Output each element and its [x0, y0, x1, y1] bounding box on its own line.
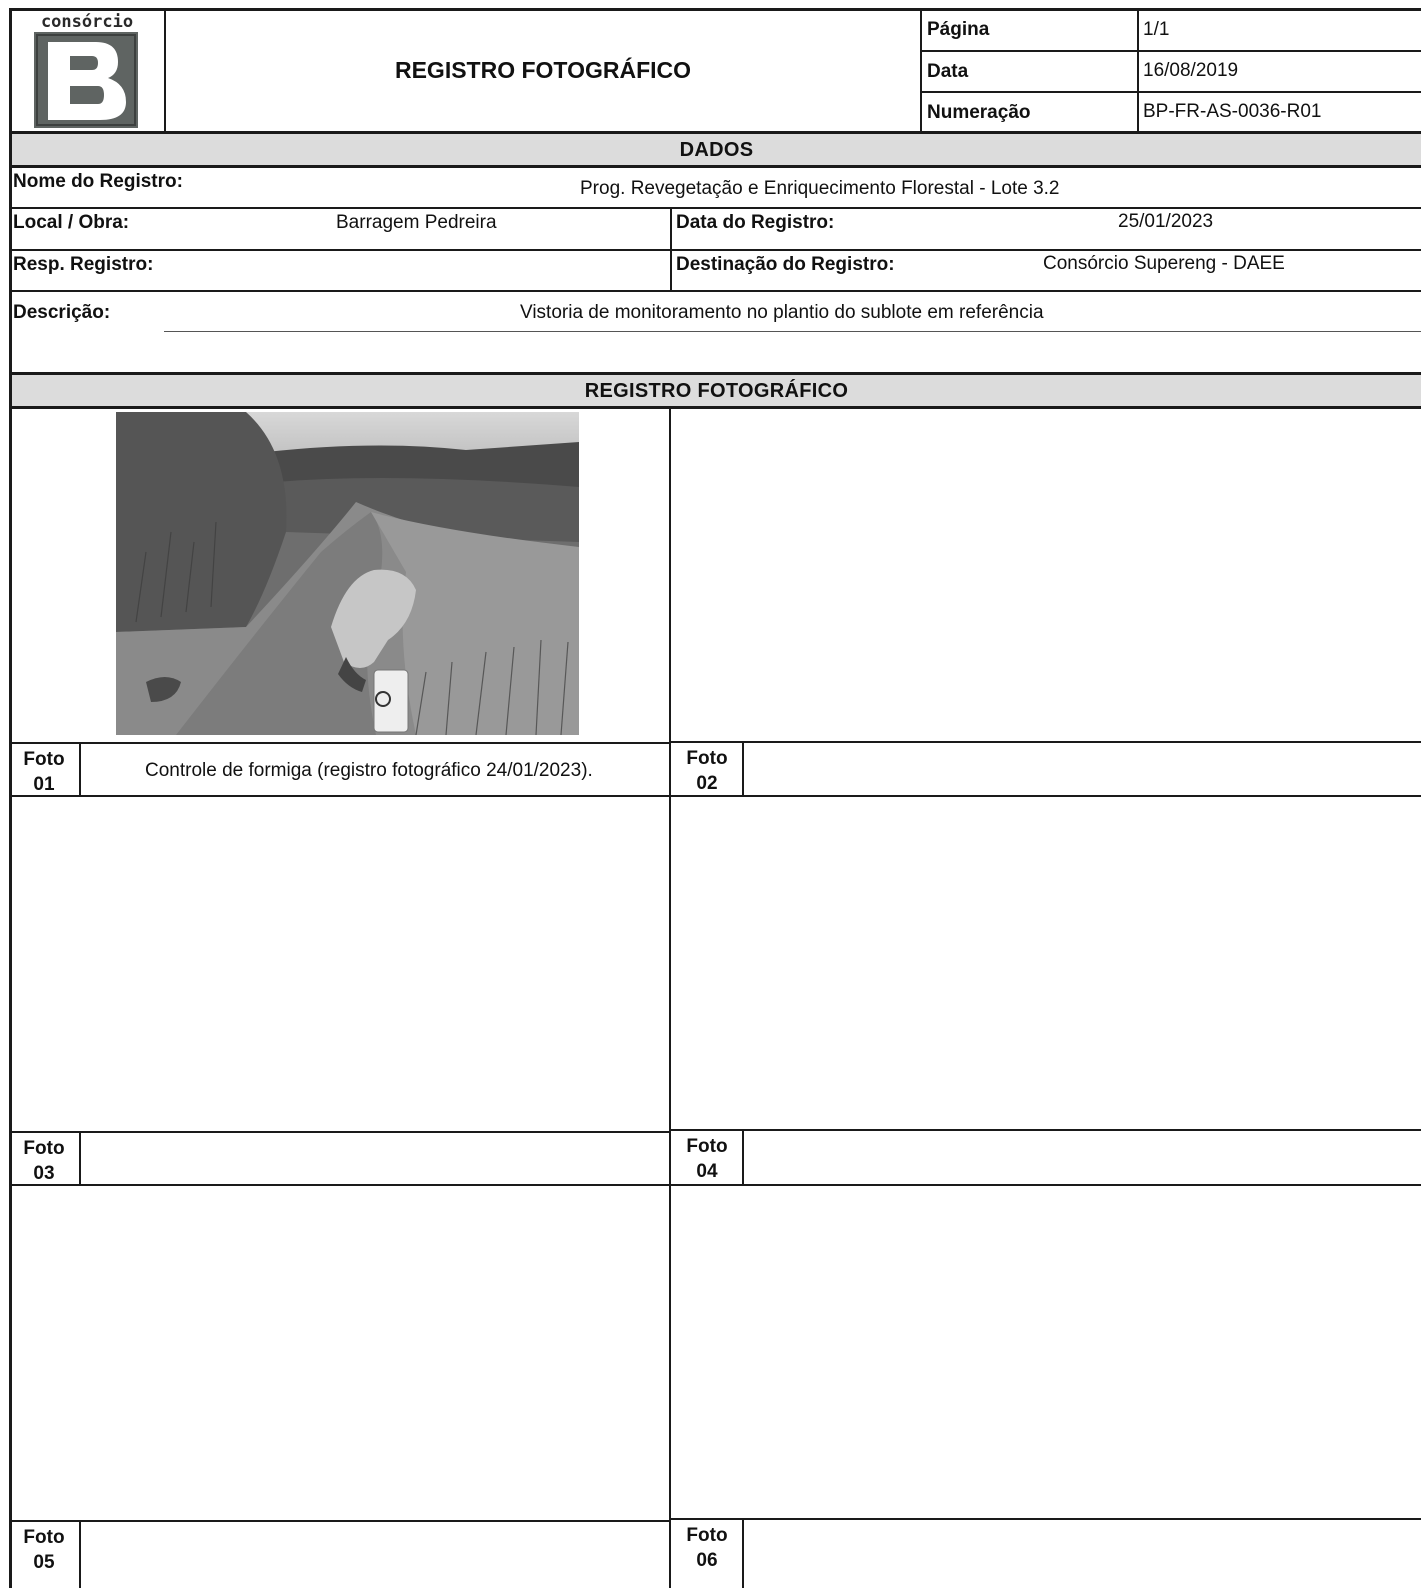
foto-02-label: Foto 02 — [672, 746, 742, 796]
page: { "header": { "logo_text": "consórcio", … — [0, 0, 1421, 1588]
descricao-label: Descrição: — [13, 302, 111, 323]
data-registro-label: Data do Registro: — [676, 212, 835, 233]
foto-number: 05 — [33, 1552, 55, 1573]
foto-01-caption: Controle de formiga (registro fotográfic… — [145, 760, 593, 781]
foto-word: Foto — [686, 1525, 728, 1546]
section-heading-registro: REGISTRO FOTOGRÁFICO — [12, 375, 1421, 406]
foto-word: Foto — [23, 1527, 65, 1548]
foto-number: 03 — [33, 1163, 55, 1184]
local-obra-value: Barragem Pedreira — [336, 212, 497, 233]
foto-word: Foto — [686, 748, 728, 769]
foto-06-label: Foto 06 — [672, 1523, 742, 1573]
meta-value-data: 16/08/2019 — [1143, 60, 1239, 81]
foto-number: 02 — [696, 773, 718, 794]
meta-value-numeracao: BP-FR-AS-0036-R01 — [1143, 101, 1322, 122]
meta-label-numeracao: Numeração — [927, 102, 1031, 123]
local-obra-label: Local / Obra: — [13, 212, 130, 233]
foto-word: Foto — [23, 749, 65, 770]
foto-04-label: Foto 04 — [672, 1134, 742, 1184]
section-heading-dados: DADOS — [12, 134, 1421, 165]
nome-registro-value: Prog. Revegetação e Enriquecimento Flore… — [580, 178, 1060, 199]
document-title: REGISTRO FOTOGRÁFICO — [394, 57, 692, 83]
foto-number: 01 — [33, 774, 55, 795]
foto-word: Foto — [686, 1136, 728, 1157]
descricao-value: Vistoria de monitoramento no plantio do … — [520, 302, 1044, 323]
foto-number: 04 — [696, 1161, 718, 1182]
foto-number: 06 — [696, 1550, 718, 1571]
destinacao-registro-value: Consórcio Supereng - DAEE — [1043, 253, 1285, 274]
foto-word: Foto — [23, 1138, 65, 1159]
foto-03-label: Foto 03 — [9, 1136, 79, 1186]
destinacao-registro-label: Destinação do Registro: — [676, 254, 895, 275]
photo-01 — [116, 412, 579, 736]
logo-b-icon — [34, 32, 138, 128]
resp-registro-label: Resp. Registro: — [13, 254, 154, 275]
meta-label-data: Data — [927, 61, 969, 82]
nome-registro-label: Nome do Registro: — [13, 171, 183, 192]
data-registro-value: 25/01/2023 — [1118, 211, 1214, 232]
company-logo: consórcio — [22, 12, 152, 130]
foto-05-label: Foto 05 — [9, 1525, 79, 1575]
foto-01-label: Foto 01 — [9, 747, 79, 797]
logo-text: consórcio — [40, 12, 134, 32]
meta-value-pagina: 1/1 — [1143, 19, 1170, 40]
meta-label-pagina: Página — [927, 19, 990, 40]
